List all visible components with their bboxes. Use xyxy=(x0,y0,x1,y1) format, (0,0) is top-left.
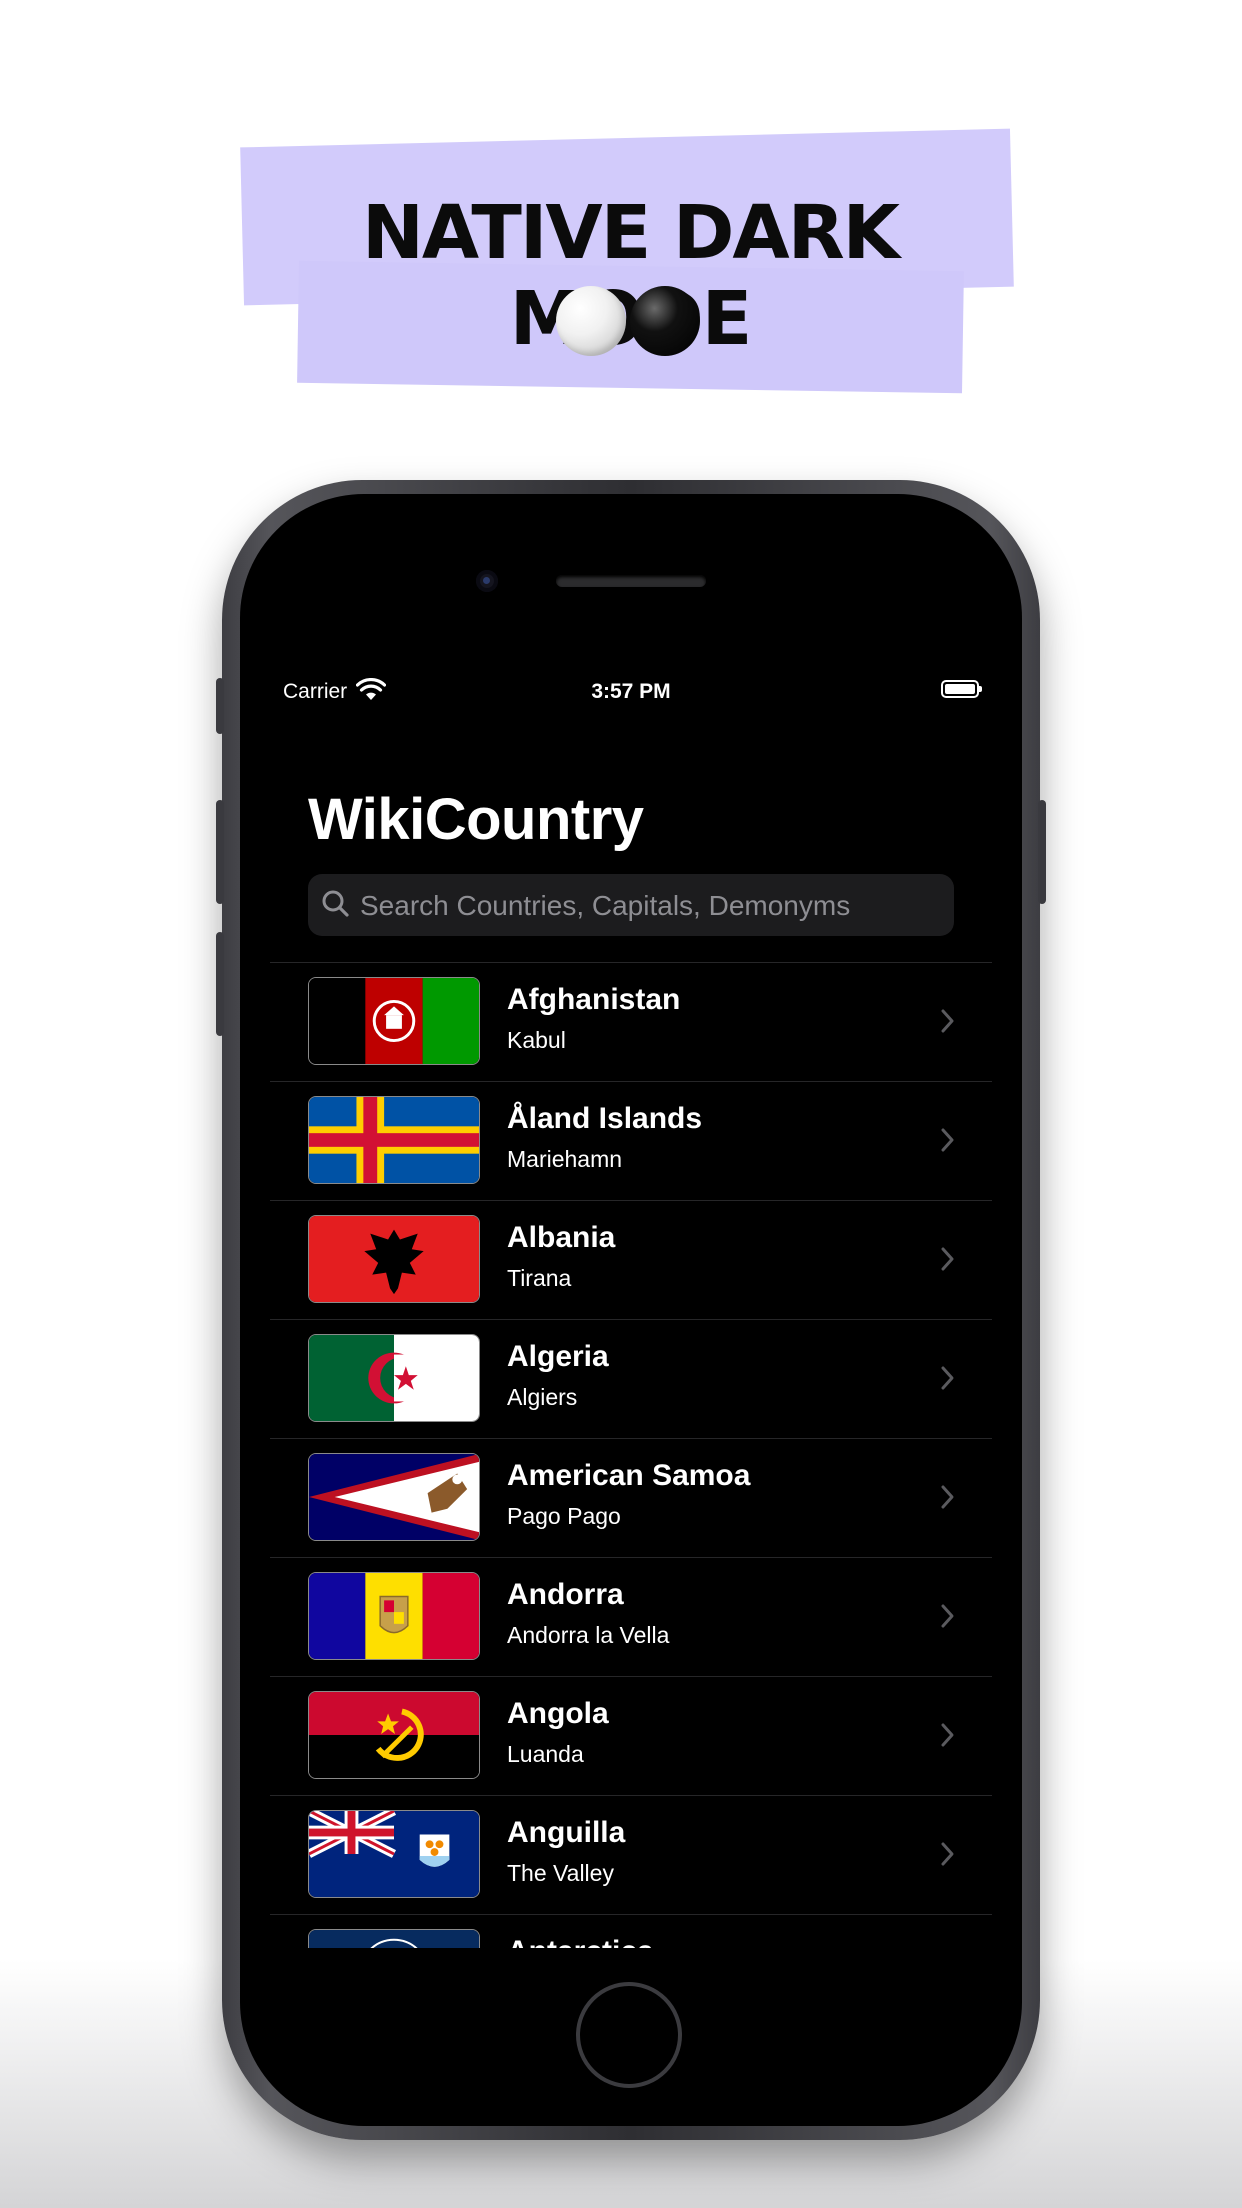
country-name: Åland Islands xyxy=(507,1102,703,1135)
banner-title: NATIVE DARK MODE xyxy=(361,190,900,362)
list-item-andorra[interactable]: Andorra Andorra la Vella xyxy=(270,1557,992,1676)
white-circle-icon xyxy=(556,286,626,356)
algeria-flag-icon xyxy=(308,1334,480,1422)
country-name: Algeria xyxy=(507,1340,609,1373)
country-list[interactable]: Afghanistan Kabul Åland Islands Marieham… xyxy=(270,962,992,1948)
albania-flag-icon xyxy=(308,1215,480,1303)
list-item-american-samoa[interactable]: American Samoa Pago Pago xyxy=(270,1438,992,1557)
country-name: Albania xyxy=(507,1221,616,1254)
country-name: Andorra xyxy=(507,1578,624,1611)
country-capital: Tirana xyxy=(507,1265,572,1291)
chevron-right-icon xyxy=(941,1723,954,1747)
country-capital: Andorra la Vella xyxy=(507,1622,670,1648)
list-item-albania[interactable]: Albania Tirana xyxy=(270,1200,992,1319)
chevron-right-icon xyxy=(941,1842,954,1866)
page-title: WikiCountry xyxy=(308,787,644,852)
app-screen: Carrier 3:57 PM WikiCountry Search Count… xyxy=(270,668,992,1948)
country-name: Antarctica xyxy=(507,1935,654,1948)
country-name: Angola xyxy=(507,1697,609,1730)
volume-down-button xyxy=(216,932,224,1036)
andorra-flag-icon xyxy=(308,1572,480,1660)
list-item-algeria[interactable]: Algeria Algiers xyxy=(270,1319,992,1438)
country-capital: Luanda xyxy=(507,1741,584,1767)
country-name: American Samoa xyxy=(507,1459,751,1492)
afghanistan-flag-icon xyxy=(308,977,480,1065)
chevron-right-icon xyxy=(941,1247,954,1271)
country-capital: Kabul xyxy=(507,1027,566,1053)
country-name: Afghanistan xyxy=(507,983,681,1016)
anguilla-flag-icon xyxy=(308,1810,480,1898)
clock: 3:57 PM xyxy=(591,680,671,703)
antarctica-flag-icon xyxy=(308,1929,480,1948)
search-icon xyxy=(322,890,349,917)
country-capital: Mariehamn xyxy=(507,1146,623,1172)
front-camera xyxy=(476,570,498,592)
chevron-right-icon xyxy=(941,1009,954,1033)
mute-switch xyxy=(216,678,224,734)
list-item-antarctica[interactable]: Antarctica xyxy=(270,1914,992,1948)
status-bar: Carrier 3:57 PM xyxy=(270,668,992,712)
chevron-right-icon xyxy=(941,1366,954,1390)
country-name: Anguilla xyxy=(507,1816,626,1849)
list-item-aland-islands[interactable]: Åland Islands Mariehamn xyxy=(270,1081,992,1200)
country-capital: Pago Pago xyxy=(507,1503,621,1529)
chevron-right-icon xyxy=(941,1604,954,1628)
list-item-angola[interactable]: Angola Luanda xyxy=(270,1676,992,1795)
chevron-right-icon xyxy=(941,1485,954,1509)
power-button xyxy=(1038,800,1046,904)
angola-flag-icon xyxy=(308,1691,480,1779)
aland-flag-icon xyxy=(308,1096,480,1184)
black-circle-icon xyxy=(630,286,700,356)
earpiece-speaker xyxy=(556,575,706,587)
search-bar[interactable] xyxy=(308,874,954,938)
search-input[interactable] xyxy=(358,874,942,938)
volume-up-button xyxy=(216,800,224,904)
home-button[interactable] xyxy=(576,1982,682,2088)
country-capital: The Valley xyxy=(507,1860,614,1886)
list-item-anguilla[interactable]: Anguilla The Valley xyxy=(270,1795,992,1914)
promo-banner: NATIVE DARK MODE xyxy=(240,118,1020,398)
battery-icon xyxy=(941,680,982,698)
list-item-afghanistan[interactable]: Afghanistan Kabul xyxy=(270,962,992,1081)
american-samoa-flag-icon xyxy=(308,1453,480,1541)
chevron-right-icon xyxy=(941,1128,954,1152)
country-capital: Algiers xyxy=(507,1384,578,1410)
